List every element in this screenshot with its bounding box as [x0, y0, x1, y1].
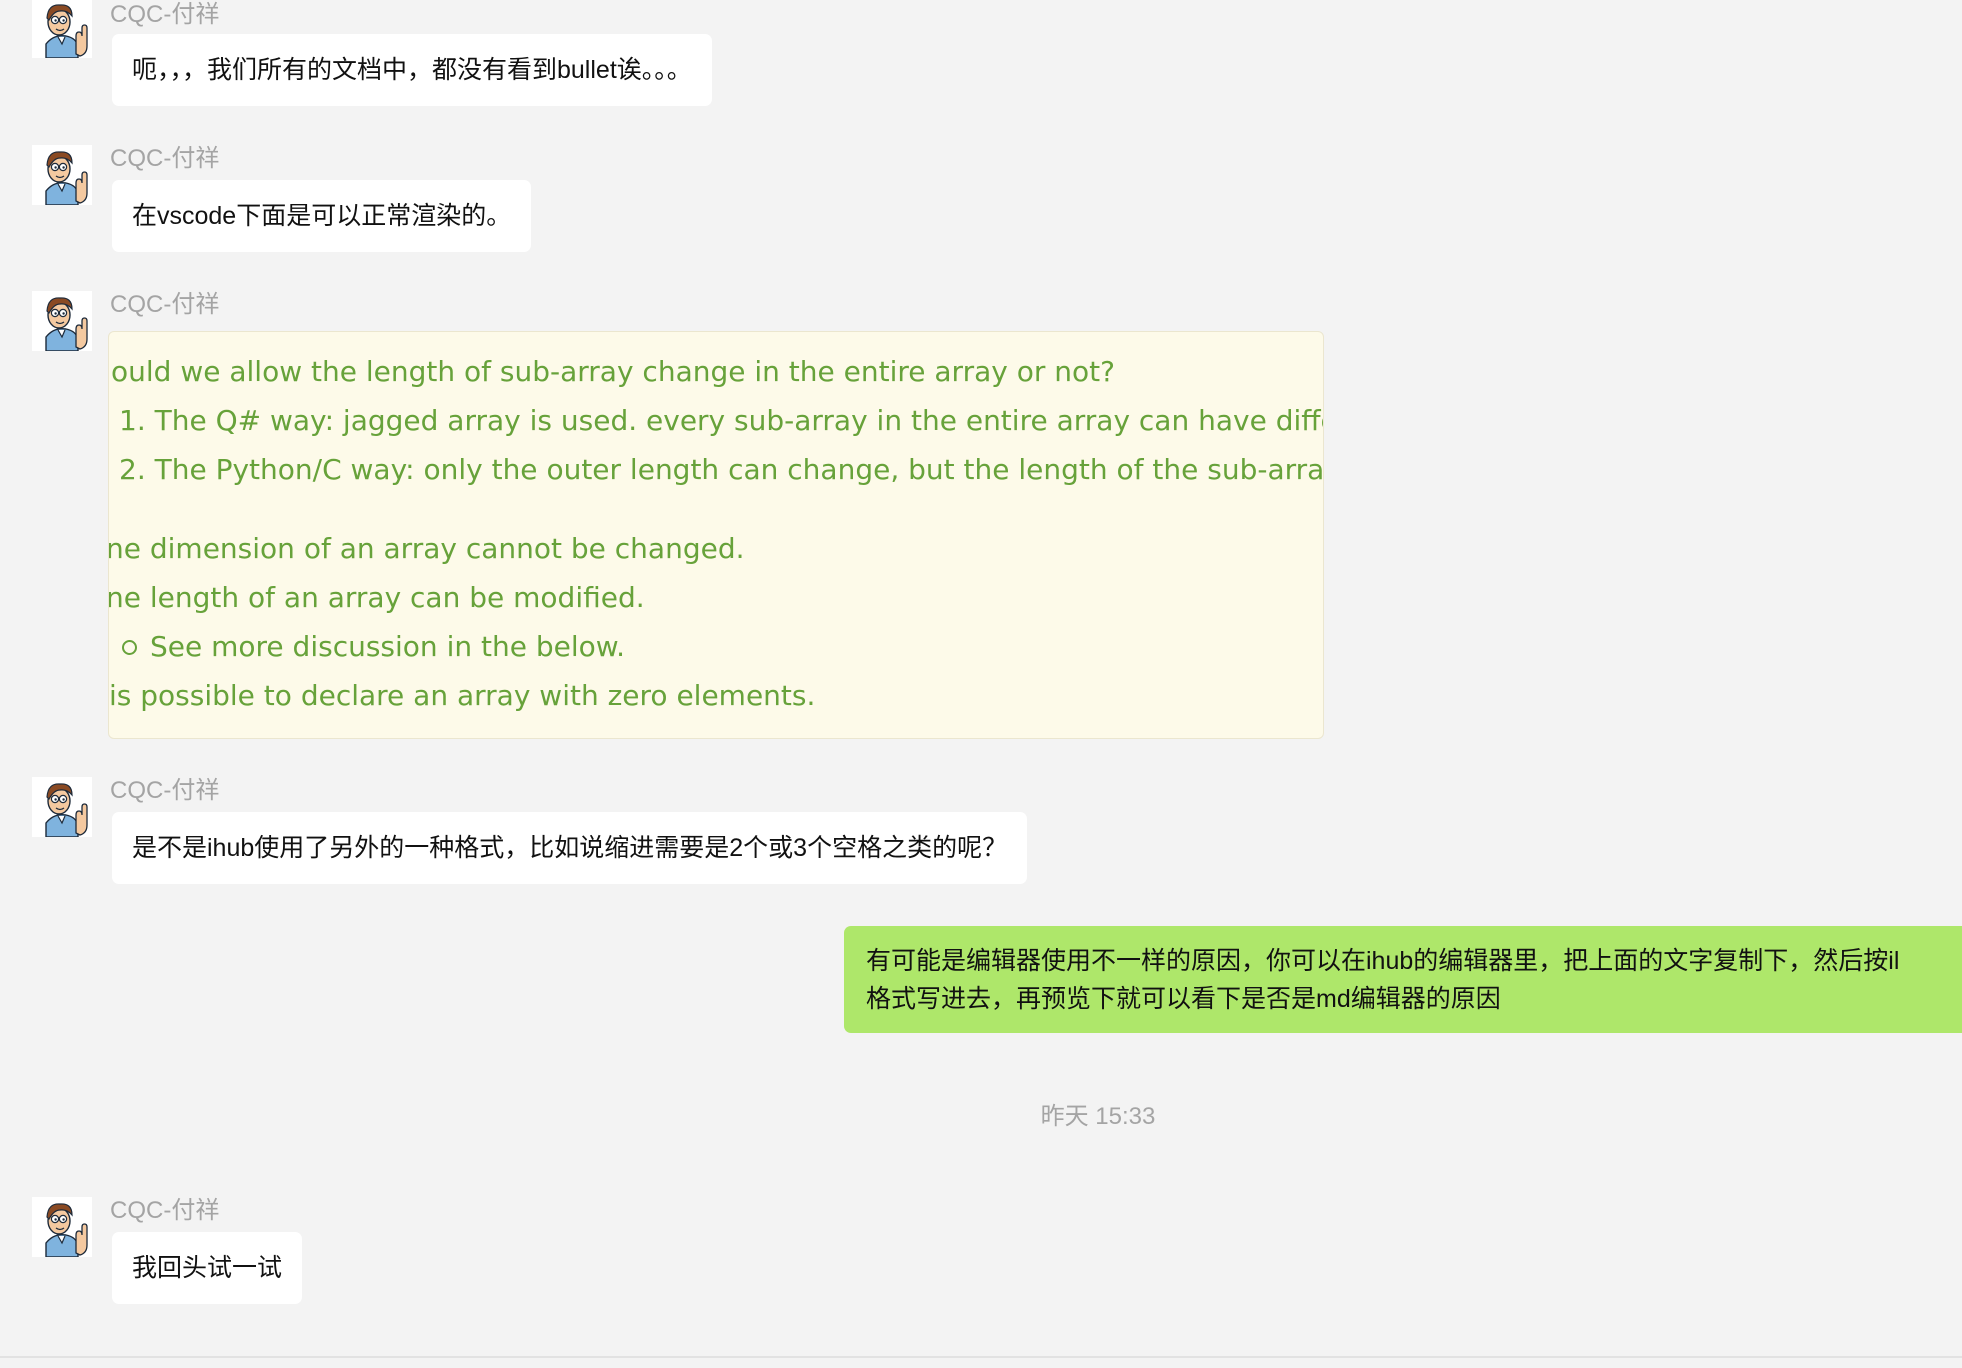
quote-line: is possible to declare an array with zer… — [109, 679, 816, 712]
sender-name: CQC-付祥 — [110, 291, 220, 318]
message-text: 是不是ihub使用了另外的一种格式，比如说缩进需要是2个或3个空格之类的呢？ — [132, 834, 1008, 862]
quote-line: ne dimension of an array cannot be chang… — [108, 532, 745, 565]
cartoon-man-avatar-icon — [32, 0, 92, 58]
timestamp-divider: 昨天 15:33 — [1040, 1103, 1156, 1130]
message-bubble[interactable]: 是不是ihub使用了另外的一种格式，比如说缩进需要是2个或3个空格之类的呢？ — [112, 812, 1028, 884]
message-text-line: 有可能是编辑器使用不一样的原因，你可以在ihub的编辑器里，把上面的文字复制下，… — [866, 947, 1900, 975]
cartoon-man-avatar-icon — [32, 1197, 92, 1257]
quote-sub-item: See more discussion in the below. — [150, 630, 625, 663]
message-bubble[interactable]: 我回头试一试 — [112, 1232, 303, 1304]
sender-name: CQC-付祥 — [110, 1197, 220, 1224]
sender-avatar[interactable] — [32, 1197, 92, 1257]
quote-list-item: 2. The Python/C way: only the outer leng… — [119, 453, 1324, 486]
quote-line: ould we allow the length of sub-array ch… — [111, 355, 1115, 388]
message-text: 我回头试一试 — [132, 1254, 283, 1282]
message-text-line: 格式写进去，再预览下就可以看下是否是md编辑器的原因 — [866, 985, 1501, 1013]
message-bubble[interactable]: 呃，，，我们所有的文档中，都没有看到bullet诶。。。 — [112, 34, 712, 106]
message-bubble[interactable]: 在vscode下面是可以正常渲染的。 — [112, 180, 532, 252]
input-area-divider — [0, 1356, 1962, 1358]
cartoon-man-avatar-icon — [32, 145, 92, 205]
sender-name: CQC-付祥 — [110, 145, 220, 172]
cartoon-man-avatar-icon — [32, 777, 92, 837]
sender-name: CQC-付祥 — [110, 777, 220, 804]
sender-avatar[interactable] — [32, 145, 92, 205]
sender-avatar[interactable] — [32, 291, 92, 351]
cartoon-man-avatar-icon — [32, 291, 92, 351]
message-text: 呃，，，我们所有的文档中，都没有看到bullet诶。。。 — [132, 56, 692, 84]
bullet-circle-icon — [122, 640, 137, 655]
sender-name: CQC-付祥 — [110, 1, 220, 28]
message-text: 在vscode下面是可以正常渲染的。 — [132, 202, 512, 230]
quote-line: ne length of an array can be modified. — [108, 581, 645, 614]
own-message-bubble[interactable]: 有可能是编辑器使用不一样的原因，你可以在ihub的编辑器里，把上面的文字复制下，… — [844, 926, 1962, 1033]
sender-avatar[interactable] — [32, 777, 92, 837]
quote-message-bubble[interactable]: ould we allow the length of sub-array ch… — [108, 331, 1324, 739]
quote-list-item: 1. The Q# way: jagged array is used. eve… — [119, 404, 1324, 437]
chat-panel: CQC-付祥 呃，，，我们所有的文档中，都没有看到bullet诶。。。 CQC-… — [0, 0, 1962, 1368]
sender-avatar[interactable] — [32, 0, 92, 58]
